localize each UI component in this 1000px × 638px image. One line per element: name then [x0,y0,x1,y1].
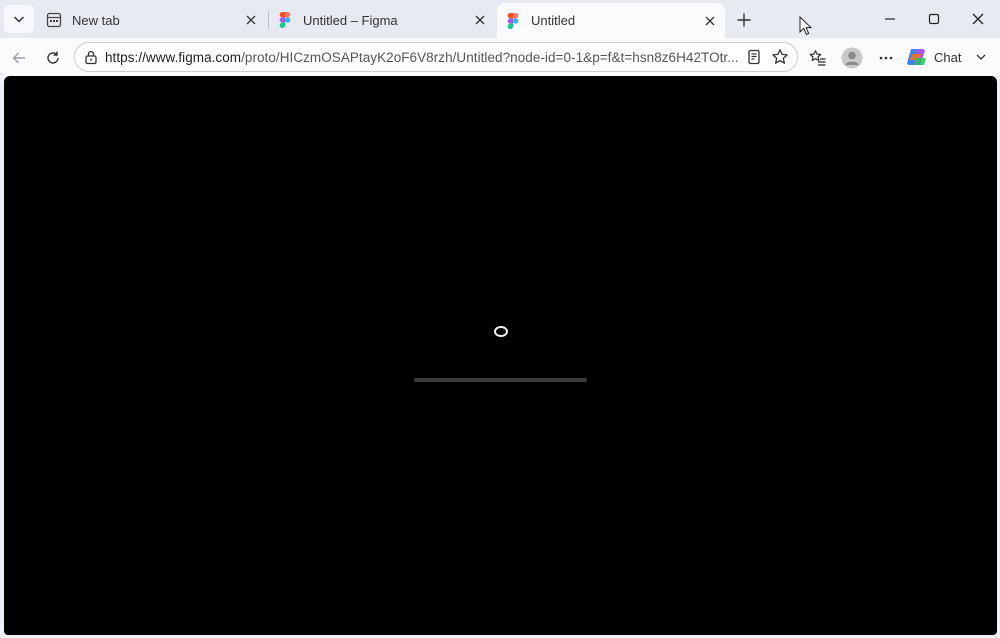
favorites-button[interactable] [804,44,832,72]
close-icon [972,13,984,25]
avatar [841,47,863,69]
more-horizontal-icon [879,56,893,60]
tab-strip: New tab Untitled – Figma Untitled [0,0,1000,38]
mouse-cursor-icon [799,16,813,36]
page-viewport[interactable] [4,76,997,635]
copilot-chat-button[interactable]: Chat [906,43,987,71]
tab-label: New tab [72,12,120,28]
favorites-list-icon [809,50,826,66]
tab-close-button[interactable] [240,9,262,31]
site-info-lock-icon [85,50,97,65]
minimize-icon [885,18,895,20]
arrow-left-icon [12,52,25,64]
reading-view-button[interactable] [741,44,767,70]
figma-icon [279,12,291,28]
tab-close-button[interactable] [699,10,721,32]
tab-label: Untitled – Figma [303,12,398,28]
reading-view-icon [748,49,760,65]
close-icon [246,15,256,25]
star-icon [772,49,788,64]
figma-icon [507,12,519,29]
tab-new-tab[interactable]: New tab [38,4,266,36]
settings-more-button[interactable] [872,44,900,72]
maximize-button[interactable] [912,0,956,38]
minimize-button[interactable] [868,0,912,38]
favorite-star-button[interactable] [767,44,793,70]
tab-label: Untitled [531,13,576,28]
back-button[interactable] [5,44,33,72]
tab-actions-menu[interactable] [4,5,34,33]
url-host: https://www.figma.com [105,49,242,65]
chat-label: Chat [934,49,962,65]
close-icon [705,16,715,25]
loading-progress-bar [414,378,587,382]
url-path: /proto/HICzmOSAPtayK2oF6V8rzh/Untitled?n… [241,49,739,65]
maximize-icon [928,13,940,25]
tab-untitled-active[interactable]: Untitled [497,3,725,38]
chevron-down-icon [13,16,25,23]
chevron-down-icon [977,54,986,60]
url-text: https://www.figma.com/proto/HICzmOSAPtay… [105,50,741,65]
browser-toolbar: https://www.figma.com/proto/HICzmOSAPtay… [0,38,1000,76]
newtab-icon [46,12,62,28]
close-icon [475,15,485,25]
profile-button[interactable] [838,44,866,72]
window-close-button[interactable] [956,0,1000,38]
plus-icon [737,13,751,27]
new-tab-button[interactable] [730,6,758,34]
tab-close-button[interactable] [469,9,491,31]
address-bar[interactable]: https://www.figma.com/proto/HICzmOSAPtay… [74,42,798,72]
copilot-icon [907,49,926,65]
refresh-button[interactable] [39,44,67,72]
loading-spinner-icon [494,326,508,337]
tab-untitled-figma[interactable]: Untitled – Figma [269,4,495,36]
refresh-icon [47,51,59,64]
